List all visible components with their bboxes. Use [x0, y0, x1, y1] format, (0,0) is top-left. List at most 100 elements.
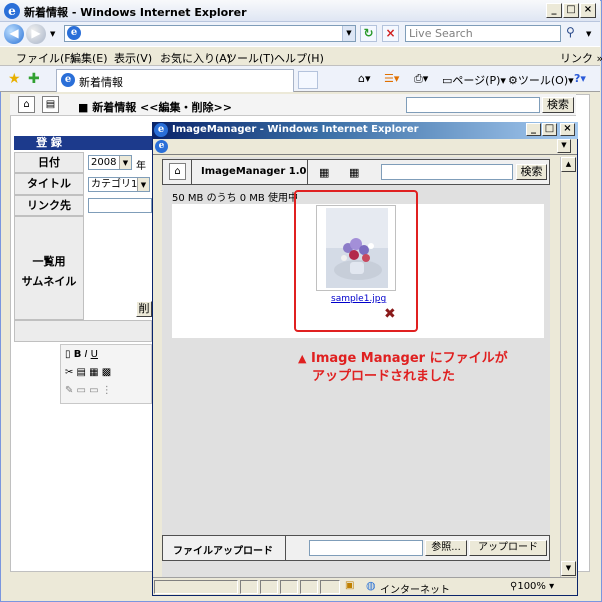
popup-address-dropdown-icon[interactable]: ▼ — [557, 139, 571, 153]
scroll-down-button[interactable]: ▼ — [561, 561, 576, 576]
im-search-button[interactable]: 検索 — [516, 164, 547, 180]
links-menu[interactable]: リンク » — [560, 50, 602, 66]
upload-divider — [285, 536, 286, 560]
bg-register-header-fill — [84, 136, 152, 150]
bg-year-select[interactable]: 2008 ▼ — [88, 155, 132, 170]
print-icon[interactable]: ⎙▾ — [414, 72, 428, 86]
im-thumbnail-view-icon[interactable]: ▦ — [319, 166, 329, 179]
menu-view[interactable]: 表示(V) — [114, 50, 152, 66]
outer-window-title: 新着情報 - Windows Internet Explorer — [24, 6, 247, 19]
bg-label-link: リンク先 — [14, 195, 84, 216]
browse-button[interactable]: 参照... — [425, 540, 467, 556]
popup-maximize-button[interactable]: □ — [542, 123, 557, 136]
popup-ie-icon: e — [154, 123, 168, 137]
search-dropdown-icon[interactable]: ▼ — [586, 30, 591, 38]
bg-header-title: ■ 新着情報 <<編集・削除>> — [78, 101, 232, 114]
refresh-icon[interactable]: ↻ — [360, 25, 377, 42]
status-zoom[interactable]: ⚲100% ▾ — [510, 581, 554, 592]
page-ie-icon: e — [67, 26, 81, 40]
upload-file-input[interactable] — [309, 540, 423, 556]
annotation-line1: ▲ Image Manager にファイルが — [298, 347, 508, 366]
tools-menu[interactable]: ⚙ツール(O)▾ — [508, 72, 574, 88]
address-dropdown-icon[interactable]: ▼ — [342, 26, 355, 41]
maximize-button[interactable]: □ — [563, 3, 579, 18]
bg-search-input[interactable] — [406, 97, 540, 113]
popup-minimize-button[interactable]: _ — [526, 123, 541, 136]
ie-logo-icon: e — [4, 3, 20, 19]
bg-delete-button[interactable]: 削 — [136, 301, 152, 317]
bg-folder-icon[interactable]: ▤ — [42, 96, 59, 113]
scroll-up-button[interactable]: ▲ — [561, 157, 576, 172]
bg-home-icon[interactable]: ⌂ — [18, 96, 35, 113]
add-favorites-icon[interactable]: ✚ — [28, 71, 40, 87]
bg-search-button[interactable]: 検索 — [542, 97, 574, 113]
lock-icon: ▣ — [345, 580, 355, 591]
tab-label: 新着情報 — [79, 76, 123, 89]
popup-close-button[interactable]: × — [560, 123, 575, 136]
popup-scrollbar[interactable]: ▲ ▼ — [560, 157, 576, 577]
upload-bar: ファイルアップロード 参照... アップロード — [162, 535, 550, 561]
back-button[interactable]: ◀ — [4, 24, 24, 44]
feeds-icon[interactable]: ☰▾ — [384, 72, 399, 85]
stop-icon[interactable]: × — [382, 25, 399, 42]
history-dropdown-icon[interactable]: ▼ — [50, 30, 55, 38]
forward-button[interactable]: ▶ — [26, 24, 46, 44]
im-title: ImageManager 1.0 — [201, 166, 307, 177]
zoom-value: 100% — [517, 581, 546, 592]
favorites-star-icon[interactable]: ★ — [8, 71, 21, 87]
annotation-marker-icon: ▲ — [298, 352, 307, 365]
bg-form-row — [14, 320, 152, 342]
menu-tools[interactable]: ツール(T) — [226, 50, 274, 66]
home-icon[interactable]: ⌂▾ — [358, 72, 371, 85]
bg-editor-format-icons[interactable]: ▯ B I U — [65, 349, 98, 360]
bg-year-suffix: 年 — [136, 161, 146, 172]
popup-title: ImageManager - Windows Internet Explorer — [172, 124, 419, 135]
highlight-box — [294, 190, 418, 332]
tab-news[interactable]: e 新着情報 — [56, 69, 294, 92]
bg-editor-toolbar: ▯ B I U ✂ ▤ ▦ ▩ ✎ ▭ ▭ ⋮ — [60, 344, 152, 404]
bg-category-value: カテゴリ1 — [91, 179, 138, 190]
minimize-button[interactable]: _ — [546, 3, 562, 18]
internet-zone-icon: ◍ — [366, 579, 376, 592]
bg-label-title: タイトル — [14, 173, 84, 195]
im-home-icon[interactable]: ⌂ — [169, 163, 186, 180]
status-segment — [260, 580, 278, 594]
search-magnifier-icon[interactable]: ⚲ — [566, 25, 575, 39]
status-segment — [154, 580, 238, 594]
upload-button[interactable]: アップロード — [469, 540, 547, 556]
tools-menu-label: ツール(O) — [517, 74, 569, 87]
address-input[interactable]: e ▼ — [64, 25, 356, 42]
live-search-input[interactable]: Live Search — [405, 25, 561, 42]
page-menu[interactable]: ▭ページ(P)▾ — [442, 72, 506, 88]
bg-category-dropdown-icon: ▼ — [137, 178, 149, 191]
popup-title-bar: e ImageManager - Windows Internet Explor… — [152, 122, 578, 139]
bg-category-select[interactable]: カテゴリ1 ▼ — [88, 177, 150, 192]
im-list-view-icon[interactable]: ▦ — [349, 166, 359, 179]
bg-register-header: 登 録 — [14, 136, 84, 150]
im-search-input[interactable] — [381, 164, 513, 180]
bg-thumb-line2: サムネイル — [21, 275, 77, 288]
bg-label-date: 日付 — [14, 152, 84, 173]
status-segment — [240, 580, 258, 594]
bg-year-value: 2008 — [91, 157, 117, 168]
storage-usage: 50 MB のうち 0 MB 使用中 — [172, 193, 298, 204]
status-segment — [320, 580, 340, 594]
tab-ie-icon: e — [61, 73, 75, 87]
help-icon[interactable]: ?▾ — [574, 72, 586, 85]
menu-edit[interactable]: 編集(E) — [70, 50, 108, 66]
page-menu-label: ページ(P) — [452, 74, 501, 87]
status-segment — [300, 580, 318, 594]
bg-link-input[interactable] — [88, 198, 152, 213]
status-segment — [280, 580, 298, 594]
bg-thumb-line1: 一覧用 — [32, 255, 66, 268]
new-tab-button[interactable] — [298, 71, 318, 89]
menu-favorites[interactable]: お気に入り(A) — [160, 50, 231, 66]
popup-address-ie-icon: e — [155, 140, 168, 153]
bg-editor-misc-icons[interactable]: ✎ ▭ ▭ ⋮ — [65, 385, 112, 396]
outer-title-bar: e 新着情報 - Windows Internet Explorer _ □ × — [0, 0, 600, 22]
close-button[interactable]: × — [580, 3, 596, 18]
bg-year-dropdown-icon: ▼ — [119, 156, 131, 169]
menu-help[interactable]: ヘルプ(H) — [274, 50, 324, 66]
bg-editor-edit-icons[interactable]: ✂ ▤ ▦ ▩ — [65, 367, 111, 378]
menu-file[interactable]: ファイル(F) — [16, 50, 75, 66]
